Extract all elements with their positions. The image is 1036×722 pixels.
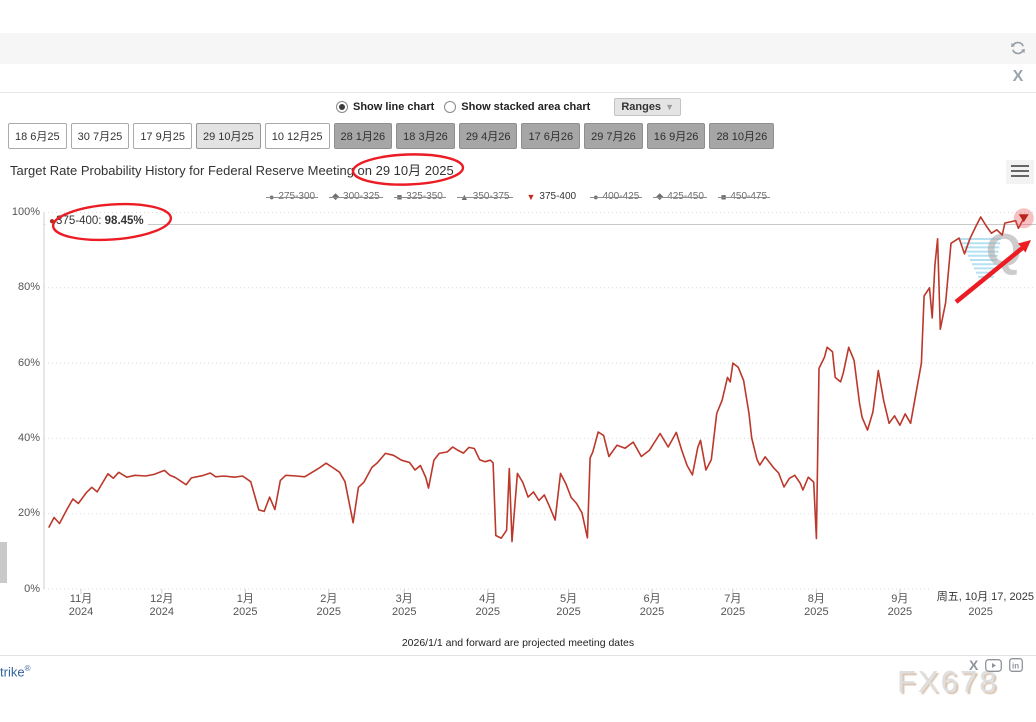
legend-marker-icon: ▲: [460, 192, 469, 202]
radio-line-icon[interactable]: [336, 101, 348, 113]
tab-meeting-9[interactable]: 29 7月26: [584, 123, 643, 149]
legend-item-425-450[interactable]: ◆ 425-450: [656, 191, 704, 202]
x-tick: 8月2025: [784, 593, 848, 619]
x-social-icon[interactable]: X: [969, 657, 978, 673]
legend-label: 300-325: [343, 191, 380, 202]
hover-date-label: 周五, 10月 17, 2025: [930, 588, 1034, 604]
toolbar-band: [0, 33, 1036, 64]
legend-marker-icon: ●: [269, 192, 274, 202]
x-tick: 4月2025: [456, 593, 520, 619]
x-twitter-icon[interactable]: X: [1008, 67, 1028, 87]
y-tick: 60%: [4, 357, 40, 369]
radio-area-icon[interactable]: [444, 101, 456, 113]
legend-marker-icon: ◆: [656, 191, 663, 202]
legend-label: 425-450: [667, 191, 704, 202]
chart-title: Target Rate Probability History for Fede…: [10, 160, 454, 179]
legend-item-375-400[interactable]: ▼375-400: [527, 191, 577, 202]
tab-meeting-6[interactable]: 18 3月26: [396, 123, 455, 149]
tooltip-value: 98.45%: [105, 215, 144, 227]
ranges-dropdown[interactable]: Ranges ▼: [614, 98, 681, 116]
legend-label: 450-475: [730, 191, 767, 202]
hover-tooltip: ●375-400: 98.45%: [45, 214, 148, 228]
x-tick: 9月2025: [868, 593, 932, 619]
y-tick: 100%: [4, 206, 40, 218]
legend-marker-icon: ▼: [527, 192, 536, 202]
x-tick: 5月2025: [537, 593, 601, 619]
tab-meeting-5[interactable]: 28 1月26: [334, 123, 393, 149]
social-icons: X in: [969, 657, 1023, 673]
brand-link[interactable]: trike®: [0, 664, 30, 679]
y-tick: 40%: [4, 432, 40, 444]
tab-meeting-11[interactable]: 28 10月26: [709, 123, 774, 149]
legend-label: 350-375: [473, 191, 510, 202]
youtube-icon[interactable]: [985, 659, 1002, 672]
x-tick: 11月2024: [49, 593, 113, 619]
tab-meeting-4[interactable]: 10 12月25: [265, 123, 330, 149]
tab-meeting-8[interactable]: 17 6月26: [521, 123, 580, 149]
chart-type-controls: Show line chart Show stacked area chart …: [336, 98, 681, 116]
refresh-icon[interactable]: [1008, 38, 1028, 58]
legend-marker-icon: ■: [721, 192, 726, 202]
tab-meeting-3[interactable]: 29 10月25: [196, 123, 261, 149]
legend-label: 375-400: [539, 191, 576, 202]
legend-label: 275-300: [278, 191, 315, 202]
chevron-down-icon: ▼: [665, 102, 674, 112]
tab-meeting-2[interactable]: 17 9月25: [133, 123, 192, 149]
radio-stacked-area-chart[interactable]: Show stacked area chart: [444, 101, 590, 113]
svg-text:Q: Q: [986, 224, 1022, 276]
legend-item-450-475[interactable]: ■ 450-475: [721, 191, 767, 202]
registered-mark: ®: [25, 664, 31, 673]
linkedin-icon[interactable]: in: [1009, 658, 1023, 672]
divider: [0, 655, 1036, 656]
radio-line-chart[interactable]: Show line chart: [336, 101, 434, 113]
page: X Show line chart Show stacked area char…: [0, 0, 1036, 722]
legend-marker-icon: ●: [593, 192, 598, 202]
y-tick: 0%: [4, 583, 40, 595]
chart-footnote: 2026/1/1 and forward are projected meeti…: [0, 637, 1036, 649]
x-tick: 3月2025: [372, 593, 436, 619]
x-tick: 2月2025: [297, 593, 361, 619]
chart-menu-icon[interactable]: [1006, 160, 1034, 184]
legend-label: 325-350: [406, 191, 443, 202]
legend-marker-icon: ◆: [332, 191, 339, 202]
series-dot-icon: ●: [49, 216, 55, 227]
radio-line-label: Show line chart: [353, 101, 434, 113]
legend-marker-icon: ■: [397, 192, 402, 202]
legend-item-325-350[interactable]: ■ 325-350: [397, 191, 443, 202]
svg-text:in: in: [1012, 662, 1019, 671]
legend-item-275-300[interactable]: ● 275-300: [269, 191, 315, 202]
legend-item-350-375[interactable]: ▲ 350-375: [460, 191, 510, 202]
tab-meeting-0[interactable]: 18 6月25: [8, 123, 67, 149]
legend-item-300-325[interactable]: ◆ 300-325: [332, 191, 380, 202]
x-tick: 6月2025: [620, 593, 684, 619]
y-tick: 20%: [4, 507, 40, 519]
tab-meeting-1[interactable]: 30 7月25: [71, 123, 130, 149]
y-tick: 80%: [4, 281, 40, 293]
tab-meeting-7[interactable]: 29 4月26: [459, 123, 518, 149]
meeting-date-tabs: 18 6月2530 7月2517 9月2529 10月2510 12月2528 …: [8, 123, 774, 149]
x-tick: 12月2024: [130, 593, 194, 619]
left-edge-strip: [0, 542, 7, 583]
x-tick: 7月2025: [701, 593, 765, 619]
chart-legend: ● 275-300 ◆ 300-325 ■ 325-350 ▲ 350-375 ▼375-400…: [0, 191, 1036, 202]
x-tick: 1月2025: [213, 593, 277, 619]
tab-meeting-10[interactable]: 16 9月26: [647, 123, 706, 149]
legend-item-400-425[interactable]: ● 400-425: [593, 191, 639, 202]
legend-label: 400-425: [603, 191, 640, 202]
ranges-label: Ranges: [621, 101, 661, 113]
radio-area-label: Show stacked area chart: [461, 101, 590, 113]
tooltip-series: 375-400:: [56, 215, 105, 227]
share-band: X: [0, 64, 1036, 93]
